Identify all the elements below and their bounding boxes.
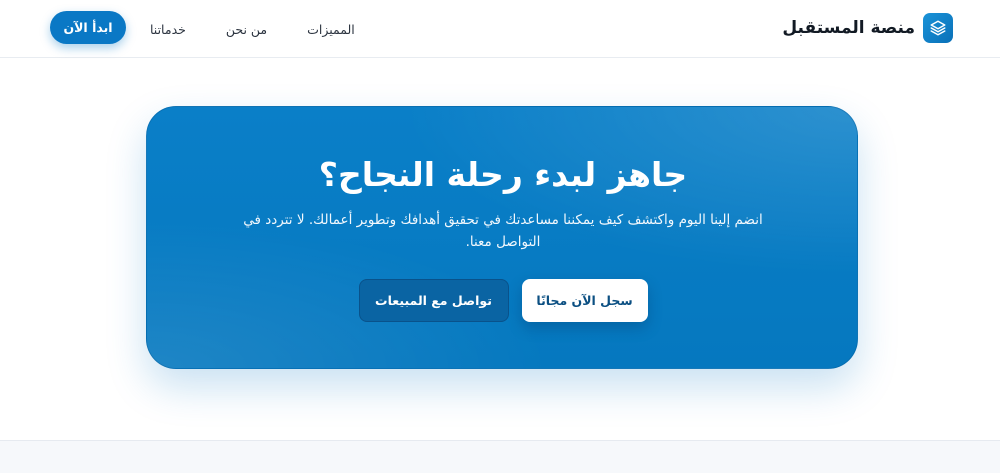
cta-title: جاهز لبدء رحلة النجاح؟ bbox=[318, 155, 688, 194]
signup-free-button[interactable]: سجل الآن مجانًا bbox=[521, 279, 648, 322]
cta-card: جاهز لبدء رحلة النجاح؟ انضم إلينا اليوم … bbox=[146, 106, 858, 369]
nav-links: المميزات من نحن خدماتنا bbox=[150, 19, 355, 39]
brand-name: منصة المستقبل bbox=[782, 18, 915, 38]
nav-link-about[interactable]: من نحن bbox=[226, 22, 267, 37]
footer-strip bbox=[0, 440, 1000, 473]
contact-sales-button[interactable]: تواصل مع المبيعات bbox=[358, 279, 509, 322]
layers-icon bbox=[923, 13, 953, 43]
start-now-button[interactable]: ابدأ الآن bbox=[50, 11, 126, 44]
brand[interactable]: منصة المستقبل bbox=[782, 13, 953, 43]
navbar: منصة المستقبل المميزات من نحن خدماتنا اب… bbox=[0, 0, 1000, 58]
nav-link-features[interactable]: المميزات bbox=[307, 22, 355, 37]
cta-button-row: سجل الآن مجانًا تواصل مع المبيعات bbox=[147, 279, 859, 322]
nav-link-services[interactable]: خدماتنا bbox=[150, 22, 186, 37]
cta-description: انضم إلينا اليوم واكتشف كيف يمكننا مساعد… bbox=[243, 212, 763, 250]
